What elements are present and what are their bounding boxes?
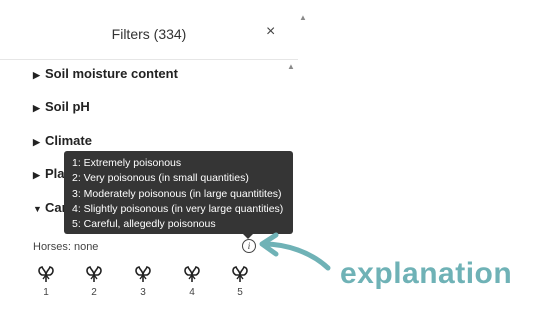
section-soil-ph[interactable]: ▶ Soil pH (33, 99, 90, 114)
info-icon[interactable]: i (242, 239, 256, 253)
section-car[interactable]: ▼ Car (33, 200, 67, 215)
section-soil-moisture[interactable]: ▶ Soil moisture content (33, 66, 178, 81)
toxic-plant-icon (232, 266, 248, 282)
level-number: 4 (189, 287, 195, 298)
toxicity-level-5[interactable]: 5 (228, 265, 252, 298)
collapsed-arrow-icon: ▶ (33, 103, 40, 113)
annotation-label: explanation (340, 257, 513, 290)
level-number: 5 (237, 287, 243, 298)
toxicity-level-2[interactable]: 2 (82, 265, 106, 298)
collapsed-arrow-icon: ▶ (33, 170, 40, 180)
filters-header: Filters (334) × (0, 0, 298, 60)
tooltip-line-1: 1: Extremely poisonous (72, 157, 182, 169)
section-label: Pla (45, 166, 65, 181)
collapsed-arrow-icon: ▶ (33, 70, 40, 80)
toxicity-level-4[interactable]: 4 (180, 265, 204, 298)
expanded-arrow-icon: ▼ (33, 204, 42, 214)
close-icon[interactable]: × (266, 24, 275, 40)
horses-toxicity-label: Horses: none (33, 241, 99, 253)
level-number: 3 (140, 287, 146, 298)
toxicity-tooltip: 1: Extremely poisonous 2: Very poisonous… (64, 151, 293, 239)
section-label: Soil moisture content (45, 66, 178, 81)
section-label: Soil pH (45, 99, 90, 114)
section-label: Climate (45, 133, 92, 148)
toxic-plant-icon (184, 266, 200, 282)
tooltip-pointer (243, 234, 253, 239)
filters-title: Filters (334) (111, 26, 187, 42)
collapsed-arrow-icon: ▶ (33, 137, 40, 147)
toxic-plant-icon (135, 266, 151, 282)
toxic-plant-icon (38, 266, 54, 282)
section-pla[interactable]: ▶ Pla (33, 166, 65, 181)
tooltip-line-2: 2: Very poisonous (in small quantities) (72, 172, 249, 185)
section-climate[interactable]: ▶ Climate (33, 133, 92, 148)
annotation-arrow-icon (259, 232, 331, 271)
inner-scroll-up-arrow[interactable]: ▲ (287, 62, 295, 71)
toxicity-level-3[interactable]: 3 (131, 265, 155, 298)
tooltip-line-3: 3: Moderately poisonous (in large quanti… (72, 187, 282, 200)
toxic-plant-icon (86, 266, 102, 282)
level-number: 2 (91, 287, 97, 298)
level-number: 1 (43, 287, 49, 298)
tooltip-line-4: 4: Slightly poisonous (in very large qua… (72, 202, 284, 215)
toxicity-level-1[interactable]: 1 (34, 265, 58, 298)
outer-scroll-up-arrow[interactable]: ▲ (299, 13, 307, 22)
